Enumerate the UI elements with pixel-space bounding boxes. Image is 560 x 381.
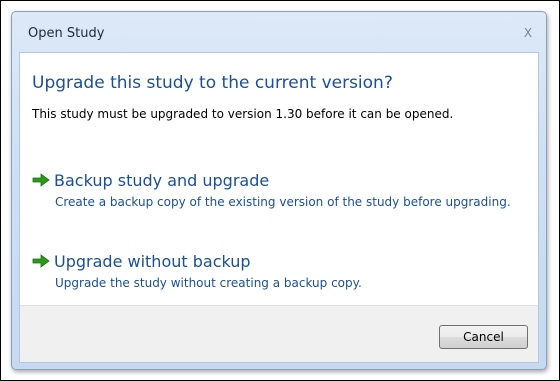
command-link-title: Backup study and upgrade xyxy=(54,170,270,190)
backup-and-upgrade-link[interactable]: Backup study and upgrade Create a backup… xyxy=(32,168,522,212)
window-title: Open Study xyxy=(28,26,105,41)
command-link-note: Create a backup copy of the existing ver… xyxy=(55,195,511,209)
upgrade-without-backup-link[interactable]: Upgrade without backup Upgrade the study… xyxy=(32,249,522,293)
command-link-title: Upgrade without backup xyxy=(54,251,251,271)
green-arrow-icon xyxy=(32,254,50,268)
green-arrow-icon xyxy=(32,173,50,187)
cancel-button[interactable]: Cancel xyxy=(439,325,528,349)
content-text: This study must be upgraded to version 1… xyxy=(32,107,454,121)
close-button[interactable]: X xyxy=(520,25,536,41)
screenshot-frame: Open Study X Upgrade this study to the c… xyxy=(0,0,560,381)
dialog-content: Upgrade this study to the current versio… xyxy=(19,52,539,363)
command-link-note: Upgrade the study without creating a bac… xyxy=(55,276,362,290)
title-bar[interactable]: Open Study X xyxy=(12,12,546,52)
dialog-footer: Cancel xyxy=(20,305,538,362)
main-instruction: Upgrade this study to the current versio… xyxy=(32,73,393,93)
open-study-dialog: Open Study X Upgrade this study to the c… xyxy=(11,11,547,370)
